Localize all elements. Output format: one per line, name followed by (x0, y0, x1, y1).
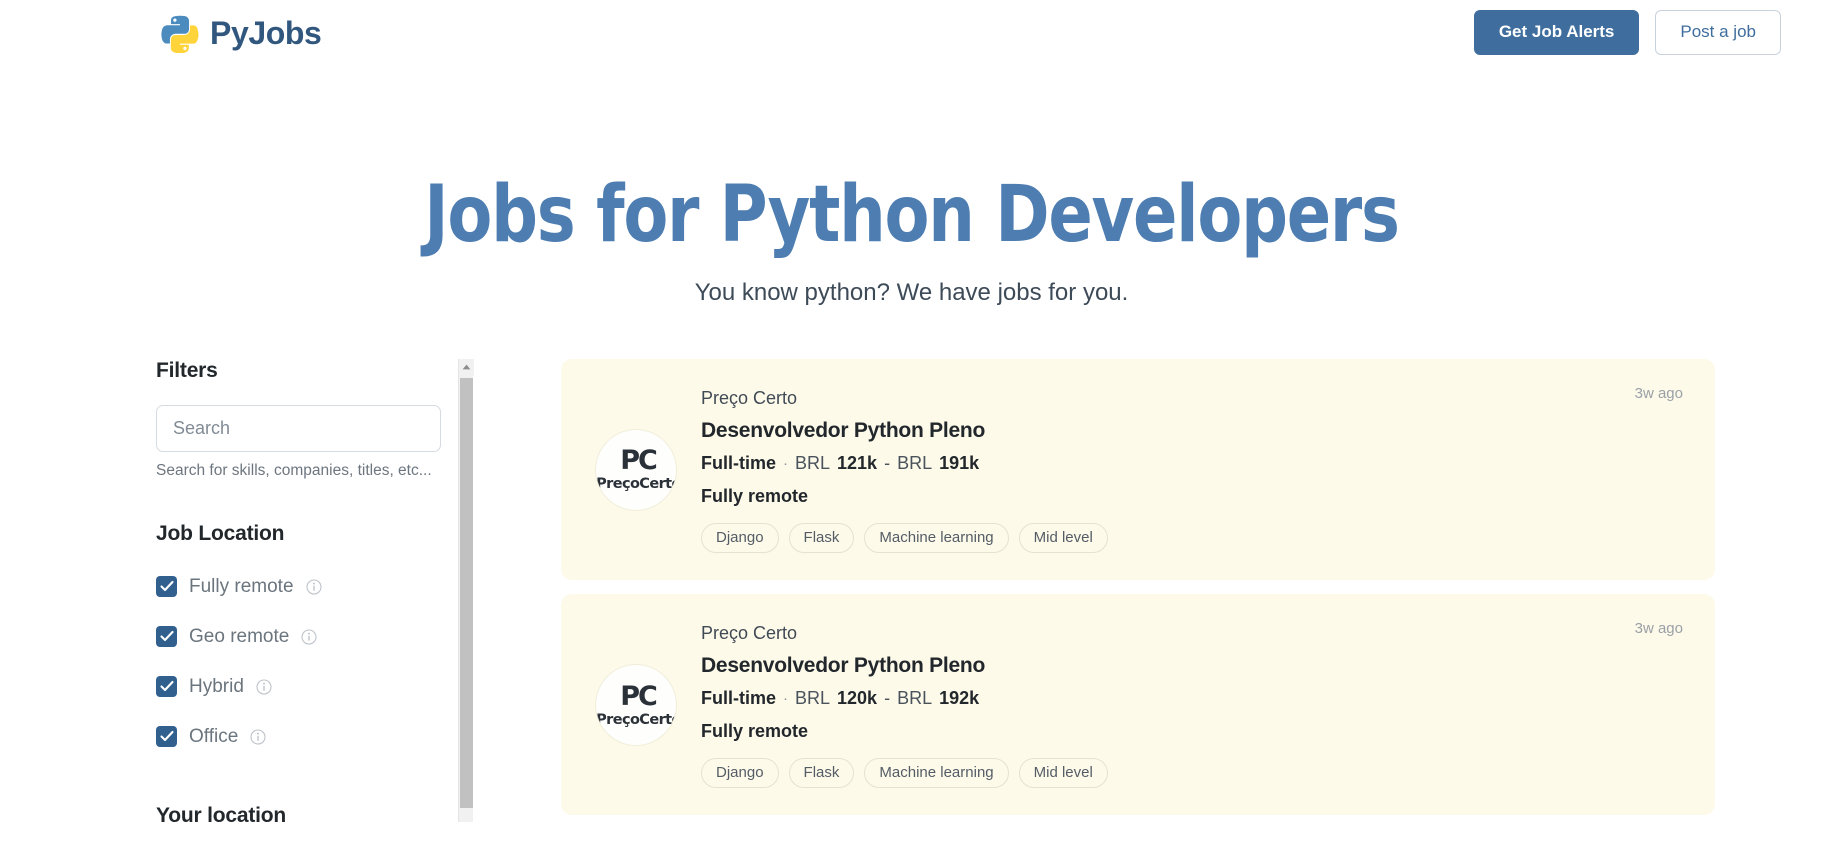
meta-separator: · (783, 690, 788, 708)
search-input[interactable] (156, 404, 441, 452)
salary-min: 121k (837, 452, 878, 473)
checkbox-geo-remote[interactable] (156, 626, 177, 648)
meta-separator: · (783, 454, 788, 472)
company-logo-word: PreçoCerto (596, 711, 677, 728)
info-circle-icon[interactable] (256, 679, 272, 695)
sidebar-scrollbar[interactable] (458, 358, 474, 822)
filters-heading: Filters (156, 358, 218, 382)
checkbox-hybrid[interactable] (156, 676, 177, 698)
job-tag[interactable]: Mid level (1018, 522, 1108, 554)
info-circle-icon[interactable] (301, 629, 317, 645)
company-logo: PC PreçoCerto (595, 428, 677, 511)
job-details: Preço Certo Desenvolvedor Python Pleno F… (701, 386, 1685, 554)
get-job-alerts-button[interactable]: Get Job Alerts (1473, 10, 1640, 55)
company-logo-mark: PC (620, 680, 658, 712)
search-hint: Search for skills, companies, titles, et… (156, 461, 432, 479)
filter-option-fully-remote[interactable]: Fully remote (156, 562, 448, 612)
salary-currency-min: BRL (795, 452, 831, 473)
job-tag[interactable]: Django (701, 522, 779, 554)
job-meta: Full-time · BRL 120k - BRL 192k (701, 688, 1685, 709)
job-posted-time: 3w ago (1634, 620, 1683, 638)
salary-max: 191k (939, 452, 980, 473)
job-location-heading: Job Location (156, 521, 285, 545)
filter-option-office[interactable]: Office (156, 712, 448, 762)
job-tags: Django Flask Machine learning Mid level (701, 758, 1685, 789)
salary-currency-max: BRL (897, 452, 933, 473)
info-circle-icon[interactable] (250, 729, 266, 745)
company-logo-word: PreçoCerto (596, 476, 677, 493)
filter-label: Office (189, 725, 239, 747)
job-tag[interactable]: Machine learning (864, 522, 1009, 554)
page-subtitle: You know python? We have jobs for you. (694, 278, 1129, 306)
job-tag[interactable]: Flask (788, 758, 855, 789)
job-meta: Full-time · BRL 121k - BRL 191k (701, 453, 1685, 474)
company-logo: PC PreçoCerto (595, 663, 677, 746)
filter-label: Geo remote (189, 625, 290, 647)
avatar: PC PreçoCerto (595, 428, 677, 511)
filters-sidebar: Filters Search for skills, companies, ti… (156, 358, 486, 822)
employment-type: Full-time (701, 452, 776, 473)
job-location: Fully remote (701, 721, 809, 742)
job-location: Fully remote (701, 485, 809, 506)
job-card[interactable]: 3w ago PC PreçoCerto Preço Certo Desenvo… (561, 358, 1715, 581)
employment-type: Full-time (701, 688, 776, 709)
page-title: Jobs for Python Developers (424, 170, 1400, 260)
filter-option-geo-remote[interactable]: Geo remote (156, 612, 448, 662)
job-tag[interactable]: Flask (788, 522, 855, 554)
filter-label: Fully remote (189, 575, 294, 597)
site-header: PyJobs Get Job Alerts Post a job (0, 0, 1823, 65)
job-title: Desenvolvedor Python Pleno (701, 654, 986, 678)
company-name: Preço Certo (701, 623, 798, 644)
salary-dash: - (884, 452, 891, 473)
checkbox-fully-remote[interactable] (156, 576, 177, 598)
job-tag[interactable]: Machine learning (864, 758, 1009, 789)
brand-logo-link[interactable]: PyJobs (160, 13, 322, 53)
job-results-list: 3w ago PC PreçoCerto Preço Certo Desenvo… (486, 358, 1823, 830)
job-tags: Django Flask Machine learning Mid level (701, 522, 1685, 554)
job-posted-time: 3w ago (1634, 384, 1683, 402)
job-card[interactable]: 3w ago PC PreçoCerto Preço Certo Desenvo… (561, 594, 1715, 816)
filter-label: Hybrid (189, 675, 244, 697)
post-a-job-button[interactable]: Post a job (1655, 10, 1781, 55)
filter-option-hybrid[interactable]: Hybrid (156, 662, 448, 712)
sidebar-scrollbar-thumb[interactable] (460, 377, 473, 808)
job-details: Preço Certo Desenvolvedor Python Pleno F… (701, 621, 1685, 789)
company-logo-mark: PC (620, 445, 658, 477)
job-tag[interactable]: Django (701, 758, 779, 789)
job-location-options: Fully remote Geo remote Hybrid Office (156, 562, 448, 762)
info-circle-icon[interactable] (305, 579, 322, 595)
avatar: PC PreçoCerto (595, 663, 677, 746)
checkbox-office[interactable] (156, 726, 177, 748)
hero-section: Jobs for Python Developers You know pyth… (0, 65, 1823, 307)
job-title: Desenvolvedor Python Pleno (701, 418, 986, 442)
salary-currency-max: BRL (897, 688, 933, 709)
salary-min: 120k (837, 688, 878, 709)
brand-name: PyJobs (210, 14, 322, 51)
salary-dash: - (884, 688, 891, 709)
filters-scroll-area: Filters Search for skills, companies, ti… (156, 359, 456, 822)
job-tag[interactable]: Mid level (1018, 758, 1108, 789)
main-content: Filters Search for skills, companies, ti… (0, 358, 1823, 830)
salary-max: 192k (939, 688, 980, 709)
python-logo-icon (160, 13, 200, 53)
salary-currency-min: BRL (795, 688, 831, 709)
scroll-up-arrow-icon[interactable] (459, 358, 474, 376)
header-actions: Get Job Alerts Post a job (1473, 10, 1781, 55)
company-name: Preço Certo (701, 387, 798, 408)
your-location-heading: Your location (156, 803, 287, 822)
